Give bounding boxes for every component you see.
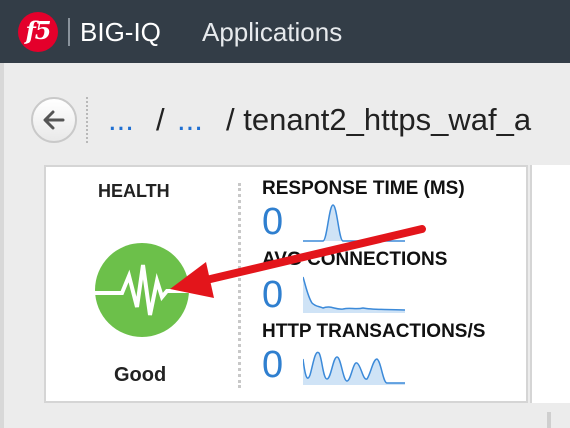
annotation-arrow bbox=[170, 225, 426, 298]
scroll-indicator bbox=[547, 412, 551, 428]
